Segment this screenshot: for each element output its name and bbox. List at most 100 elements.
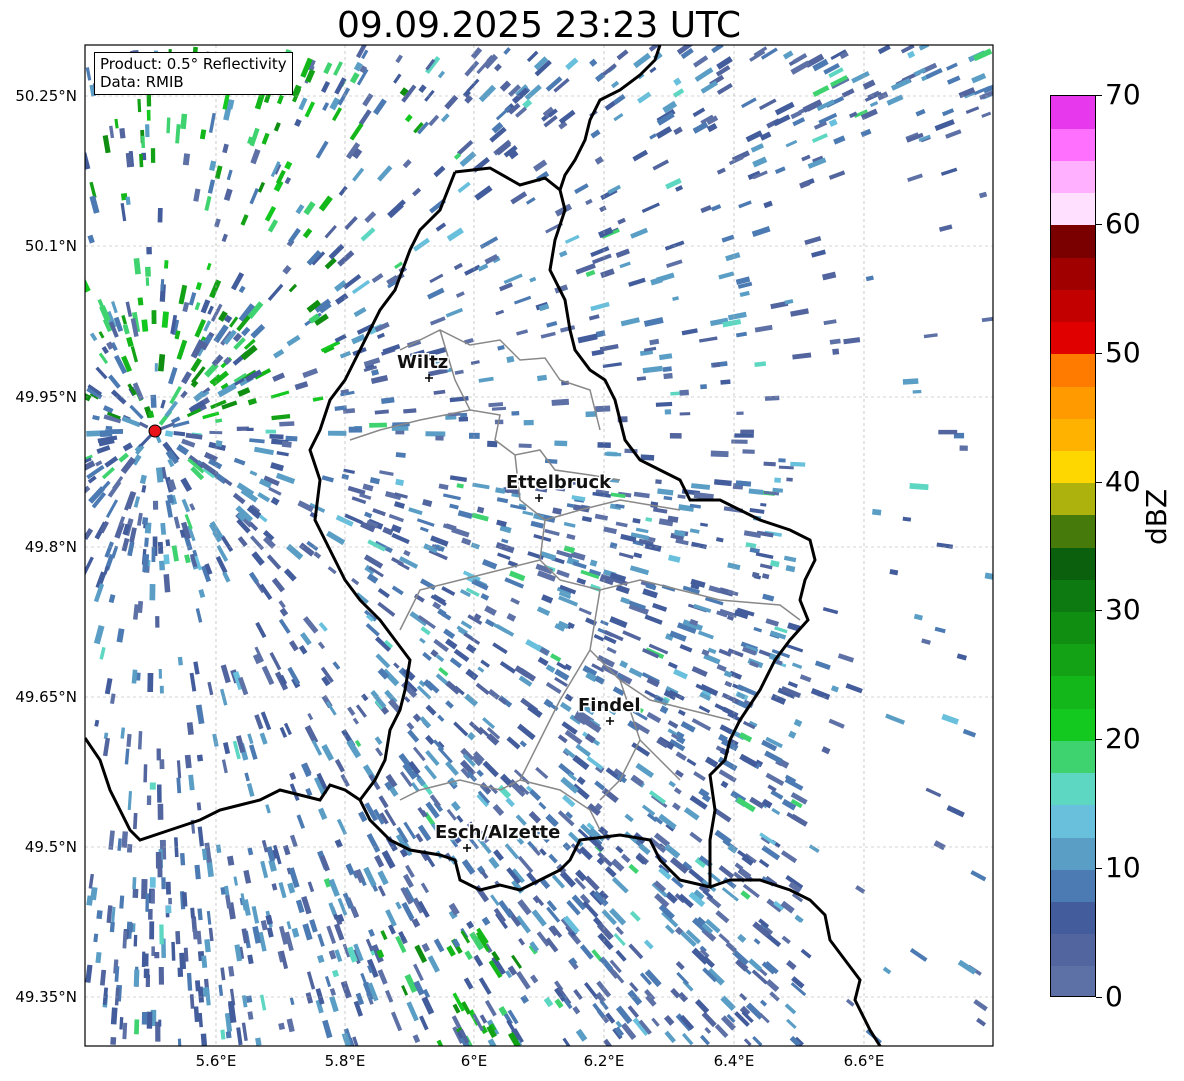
echo-cell — [156, 748, 161, 761]
latitude-tick-label: 49.8°N — [24, 538, 77, 556]
colorbar-segment — [1051, 643, 1095, 677]
longitude-tick-label: 5.6°E — [195, 1052, 237, 1070]
echo-cell — [720, 379, 731, 385]
echo-cell — [196, 754, 204, 762]
colorbar-segment — [1051, 740, 1095, 774]
echo-cell — [152, 500, 159, 510]
colorbar-segment — [1051, 128, 1095, 162]
echo-cell — [156, 784, 162, 803]
echo-cell — [655, 401, 673, 407]
colorbar — [1050, 95, 1096, 997]
colorbar-segment — [1051, 353, 1095, 387]
echo-cell — [670, 391, 682, 396]
echo-cell — [938, 429, 958, 435]
echo-cell — [158, 668, 163, 679]
echo-cell — [736, 411, 744, 416]
echo-cell — [144, 266, 151, 277]
echo-cell — [177, 967, 184, 978]
map-background — [85, 45, 993, 1046]
colorbar-segment — [1051, 160, 1095, 194]
echo-cell — [110, 1007, 118, 1025]
colorbar-segment — [1051, 772, 1095, 806]
echo-cell — [225, 1031, 232, 1039]
echo-cell — [177, 1038, 182, 1046]
colorbar-segment — [1051, 96, 1095, 129]
latitude-tick-label: 49.5°N — [24, 838, 77, 856]
echo-cell — [122, 1022, 128, 1040]
radar-map: Wiltz Ettelbruck Findel Esch/Alzette — [84, 44, 994, 1047]
colorbar-segment — [1051, 836, 1095, 870]
echo-cell — [144, 537, 149, 547]
echo-cell — [523, 419, 534, 426]
echo-cell — [764, 395, 780, 401]
echo-cell — [133, 969, 140, 987]
echo-cell — [137, 297, 144, 306]
echo-cell — [180, 852, 186, 866]
echo-cell — [872, 508, 882, 516]
echo-cell — [147, 672, 154, 693]
echo-cell — [215, 440, 223, 448]
latitude-tick-label: 49.95°N — [15, 388, 77, 406]
latitude-tick-label: 50.25°N — [15, 87, 77, 105]
product-label: Product: 0.5° Reflectivity — [100, 55, 287, 73]
echo-cell — [177, 656, 183, 666]
echo-cell — [348, 426, 363, 433]
echo-cell — [774, 477, 781, 483]
echo-cell — [425, 431, 446, 437]
colorbar-segment — [1051, 450, 1095, 484]
colorbar-segment — [1051, 708, 1095, 741]
echo-cell — [137, 99, 142, 113]
echo-cell — [119, 1017, 124, 1030]
echo-cell — [663, 372, 673, 380]
colorbar-segment — [1051, 482, 1095, 516]
colorbar-segment — [1051, 224, 1095, 258]
colorbar-tick — [1096, 997, 1102, 998]
echo-cell — [734, 433, 754, 438]
latitude-tick-label: 49.65°N — [15, 688, 77, 706]
colorbar-segment — [1051, 965, 1095, 996]
echo-cell — [164, 260, 169, 269]
echo-cell — [175, 931, 181, 945]
echo-cell — [664, 409, 672, 415]
echo-cell — [126, 844, 133, 853]
colorbar-tick-label: 0 — [1105, 980, 1123, 1013]
echo-cell — [159, 924, 164, 945]
echo-cell — [105, 425, 113, 430]
colorbar-segment — [1051, 933, 1095, 967]
colorbar-tick — [1096, 353, 1102, 354]
longitude-tick-label: 5.8°E — [324, 1052, 366, 1070]
city-label: Findel — [578, 695, 641, 716]
echo-cell — [149, 584, 156, 601]
echo-cell — [150, 890, 155, 904]
echo-cell — [786, 477, 793, 482]
colorbar-segment — [1051, 514, 1095, 548]
colorbar-segment — [1051, 257, 1095, 290]
echo-cell — [149, 921, 155, 940]
echo-cell — [183, 947, 189, 962]
echo-cell — [369, 422, 387, 428]
echo-cell — [435, 435, 444, 441]
echo-cell — [171, 941, 176, 961]
echo-cell — [154, 363, 158, 372]
echo-cell — [669, 433, 682, 439]
echo-cell — [395, 452, 406, 458]
echo-cell — [158, 966, 165, 985]
echo-cell — [161, 877, 166, 890]
echo-cell — [157, 541, 164, 554]
data-source-label: Data: RMIB — [100, 73, 184, 91]
colorbar-segment — [1051, 418, 1095, 451]
echo-cell — [146, 246, 152, 255]
echo-cell — [160, 522, 167, 535]
echo-cell — [132, 877, 137, 890]
echo-cell — [143, 764, 148, 783]
echo-cell — [165, 905, 172, 914]
colorbar-tick-label: 10 — [1105, 851, 1141, 884]
colorbar-tick-label: 60 — [1105, 207, 1141, 240]
colorbar-segment — [1051, 869, 1095, 902]
colorbar-unit-label: dBZ — [1140, 488, 1173, 545]
echo-cell — [165, 881, 171, 895]
echo-cell — [902, 378, 919, 385]
colorbar-segment — [1051, 385, 1095, 419]
echo-cell — [710, 450, 729, 458]
colorbar-segment — [1051, 192, 1095, 226]
